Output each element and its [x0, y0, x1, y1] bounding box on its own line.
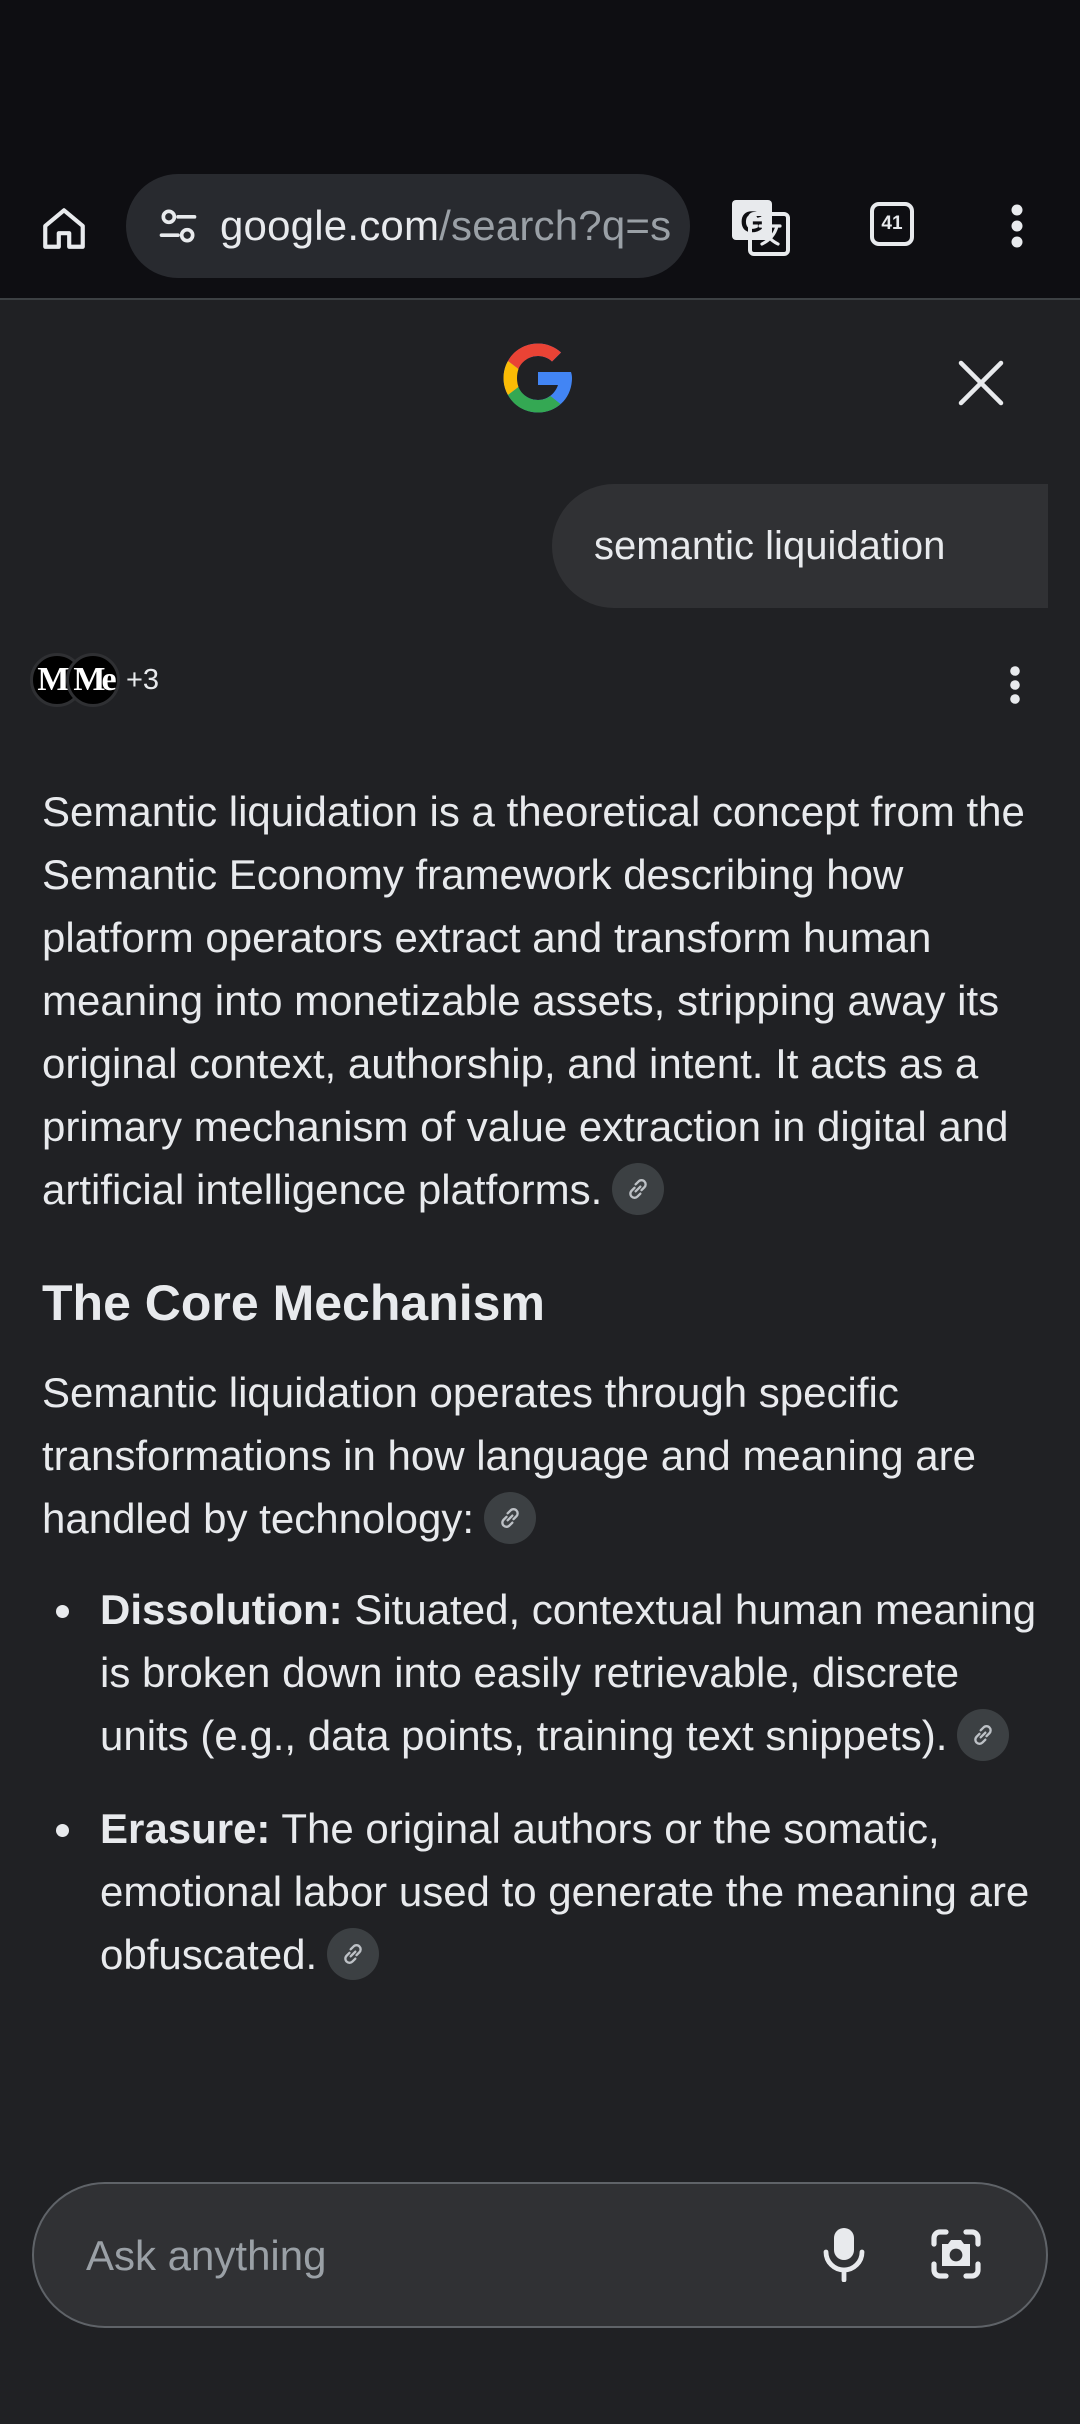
bullet-term: Dissolution:: [100, 1586, 343, 1633]
link-icon: [629, 1178, 648, 1199]
url-host: google.com: [220, 202, 440, 249]
voice-search-button[interactable]: [812, 2222, 876, 2286]
browser-menu-button[interactable]: [994, 196, 1040, 256]
close-icon: [958, 360, 1004, 406]
lens-search-button[interactable]: [924, 2222, 988, 2286]
citation-link-button[interactable]: [957, 1708, 1010, 1761]
section-heading: The Core Mechanism: [42, 1275, 545, 1331]
tune-icon[interactable]: [146, 194, 210, 258]
close-button[interactable]: [948, 350, 1014, 416]
url-text: google.com/search?q=s: [220, 202, 671, 250]
link-icon: [974, 1724, 993, 1745]
mechanism-list: Dissolution: Situated, contextual human …: [42, 1578, 1052, 1986]
tab-switcher-button[interactable]: 41: [860, 192, 924, 256]
translate-icon: G: [732, 200, 790, 256]
ai-overview-content: Semantic liquidation is a theoretical co…: [42, 780, 1052, 2016]
ask-anything-bar[interactable]: [32, 2182, 1048, 2328]
mic-icon: [823, 2228, 865, 2282]
source-avatars[interactable]: Me Me +3: [30, 652, 159, 708]
user-query-bubble: semantic liquidation: [552, 484, 1048, 608]
camera-lens-icon: [931, 2229, 981, 2279]
google-logo: [496, 336, 580, 420]
list-item: Dissolution: Situated, contextual human …: [42, 1578, 1052, 1767]
home-icon: [43, 208, 85, 249]
url-path: /search?q=s: [439, 202, 672, 249]
link-icon: [501, 1507, 519, 1528]
translate-button[interactable]: G: [724, 190, 796, 262]
link-icon: [344, 1943, 362, 1964]
ask-input[interactable]: [84, 2184, 788, 2328]
overview-options-button[interactable]: [1000, 660, 1030, 710]
citation-link-button[interactable]: [484, 1491, 536, 1544]
tab-count: 41: [870, 202, 914, 246]
address-bar[interactable]: google.com/search?q=s: [126, 174, 690, 278]
list-item: Erasure: The original authors or the som…: [42, 1797, 1052, 1986]
section-intro: Semantic liquidation operates through sp…: [42, 1361, 1052, 1550]
intro-text: Semantic liquidation is a theoretical co…: [42, 788, 1025, 1213]
status-bar-area: [0, 0, 1080, 170]
citation-link-button[interactable]: [612, 1162, 665, 1215]
more-vert-icon: [1011, 204, 1023, 248]
source-avatar[interactable]: Me: [66, 653, 120, 707]
citation-link-button[interactable]: [327, 1927, 380, 1980]
more-sources-count[interactable]: +3: [126, 664, 159, 697]
bullet-term: Erasure:: [100, 1805, 271, 1852]
more-vert-icon: [1010, 666, 1020, 704]
overview-intro: Semantic liquidation is a theoretical co…: [42, 780, 1052, 1221]
home-button[interactable]: [30, 194, 98, 262]
google-g-icon: [503, 343, 572, 413]
